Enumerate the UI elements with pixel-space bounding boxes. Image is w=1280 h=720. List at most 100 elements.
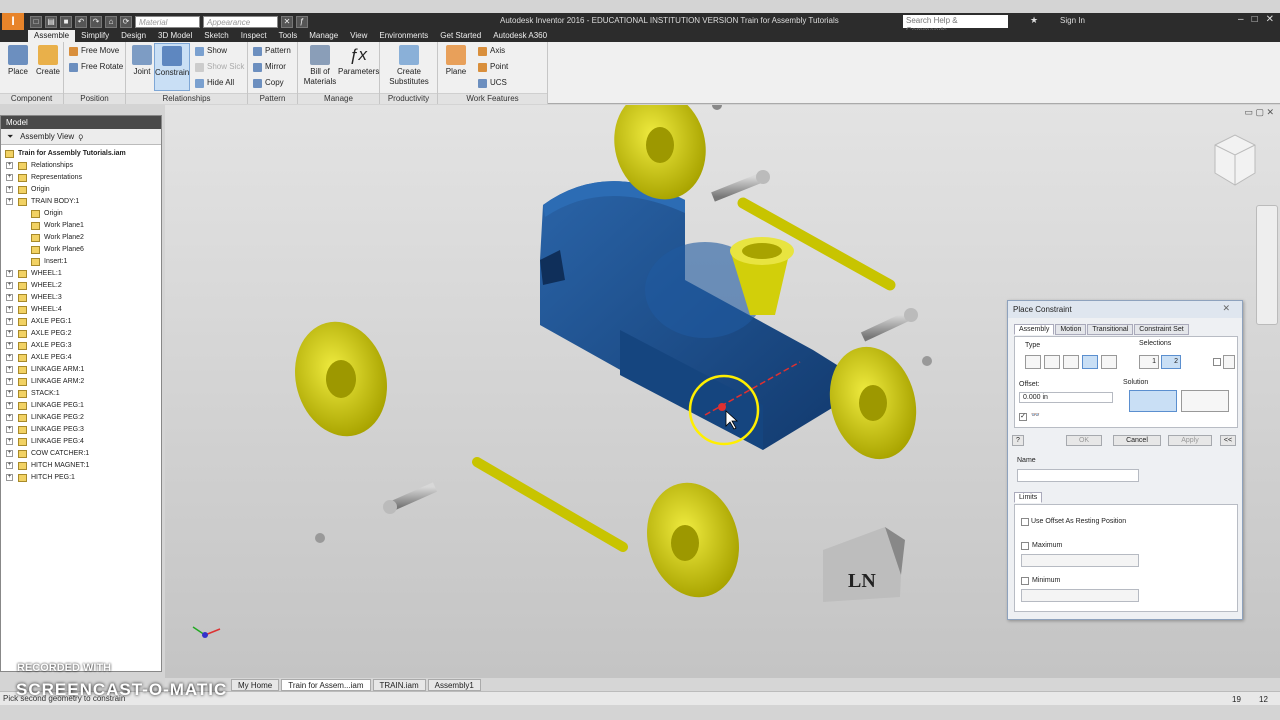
tab-assembly[interactable]: Assembly xyxy=(1014,324,1055,335)
selection-2-button[interactable]: 2 xyxy=(1161,355,1181,369)
mirror-button[interactable]: Mirror xyxy=(253,61,286,73)
material-dropdown[interactable]: Material xyxy=(135,15,200,28)
fx-icon[interactable]: ƒ xyxy=(296,15,308,28)
filter-icon[interactable]: ⏷ xyxy=(7,132,13,141)
name-input[interactable] xyxy=(1017,469,1139,482)
panel-manage-label[interactable]: Manage xyxy=(298,93,379,104)
doctab-train-for-assembly[interactable]: Train for Assem...iam xyxy=(281,678,371,691)
view-cube[interactable] xyxy=(1214,134,1256,186)
tree-node[interactable]: + AXLE PEG:3 xyxy=(1,340,161,352)
tree-node[interactable]: + AXLE PEG:2 xyxy=(1,328,161,340)
tree-node[interactable]: + WHEEL:1 xyxy=(1,268,161,280)
create-substitutes-button[interactable]: Create Substitutes xyxy=(386,45,432,87)
navigation-bar[interactable] xyxy=(1256,205,1278,325)
tree-expand-icon[interactable]: + xyxy=(6,390,13,397)
tree-expand-icon[interactable]: + xyxy=(6,342,13,349)
tree-node[interactable]: Train for Assembly Tutorials.iam xyxy=(1,148,161,160)
panel-work-features-label[interactable]: Work Features xyxy=(438,93,547,104)
tree-node[interactable]: + STACK:1 xyxy=(1,388,161,400)
parameters-button[interactable]: ƒx Parameters xyxy=(338,45,379,77)
panel-position-label[interactable]: Position xyxy=(64,93,125,104)
bill-of-materials-button[interactable]: Bill of Materials xyxy=(302,45,338,87)
free-move-button[interactable]: Free Move xyxy=(69,45,119,57)
copy-button[interactable]: Copy xyxy=(253,77,284,89)
wheel-right[interactable] xyxy=(818,337,929,469)
train-body[interactable] xyxy=(540,181,837,451)
dialog-title[interactable]: Place Constraint xyxy=(1008,301,1242,318)
solution-aligned-icon[interactable] xyxy=(1181,390,1229,412)
sign-in-button[interactable]: Sign In xyxy=(1060,16,1085,25)
tree-expand-icon[interactable]: + xyxy=(6,330,13,337)
show-sick-button[interactable]: Show Sick xyxy=(195,61,244,73)
tree-node[interactable]: + HITCH PEG:1 xyxy=(1,472,161,484)
insert-constraint-icon[interactable] xyxy=(1082,355,1098,369)
tree-node[interactable]: + Relationships xyxy=(1,160,161,172)
doctab-assembly1[interactable]: Assembly1 xyxy=(427,678,481,691)
assembly-view-dropdown[interactable]: Assembly View xyxy=(20,132,74,141)
star-icon[interactable]: ★ xyxy=(1030,15,1038,26)
tree-node[interactable]: + LINKAGE ARM:2 xyxy=(1,376,161,388)
update-icon[interactable]: ⟳ xyxy=(120,15,132,28)
hide-all-button[interactable]: Hide All xyxy=(195,77,234,89)
tab-assemble[interactable]: Assemble xyxy=(28,30,76,42)
tree-expand-icon[interactable]: + xyxy=(6,474,13,481)
tree-expand-icon[interactable]: + xyxy=(6,438,13,445)
pick-part-first-checkbox[interactable] xyxy=(1213,358,1221,366)
tree-expand-icon[interactable]: + xyxy=(6,162,13,169)
panel-pattern-label[interactable]: Pattern xyxy=(248,93,297,104)
tree-expand-icon[interactable]: + xyxy=(6,294,13,301)
tree-expand-icon[interactable]: + xyxy=(6,306,13,313)
free-rotate-button[interactable]: Free Rotate xyxy=(69,61,123,73)
tree-node[interactable]: + COW CATCHER:1 xyxy=(1,448,161,460)
panel-productivity-label[interactable]: Productivity xyxy=(380,93,437,104)
tree-expand-icon[interactable]: + xyxy=(6,402,13,409)
axis-button[interactable]: Axis xyxy=(478,45,505,57)
new-icon[interactable]: □ xyxy=(30,15,42,28)
tree-expand-icon[interactable]: + xyxy=(6,198,13,205)
help-icon[interactable]: ? xyxy=(1012,435,1024,446)
angle-constraint-icon[interactable] xyxy=(1044,355,1060,369)
axle-peg-top[interactable] xyxy=(712,100,722,110)
maximum-input[interactable] xyxy=(1021,554,1139,567)
cow-catcher[interactable]: LN xyxy=(823,527,905,602)
bolt-1[interactable] xyxy=(711,170,770,202)
tab-environments[interactable]: Environments xyxy=(373,30,434,42)
use-offset-checkbox[interactable] xyxy=(1021,518,1029,526)
ucs-button[interactable]: UCS xyxy=(478,77,507,89)
tree-expand-icon[interactable]: + xyxy=(6,414,13,421)
close-icon[interactable]: ✕ xyxy=(1266,14,1274,25)
tab-tools[interactable]: Tools xyxy=(273,30,304,42)
tab-transitional[interactable]: Transitional xyxy=(1087,324,1134,335)
tree-expand-icon[interactable]: + xyxy=(6,378,13,385)
apply-button[interactable]: Apply xyxy=(1168,435,1212,446)
tab-get-started[interactable]: Get Started xyxy=(434,30,487,42)
pattern-button[interactable]: Pattern xyxy=(253,45,291,57)
tree-expand-icon[interactable]: + xyxy=(6,426,13,433)
tab-sketch[interactable]: Sketch xyxy=(198,30,234,42)
tab-3d-model[interactable]: 3D Model xyxy=(152,30,198,42)
tree-expand-icon[interactable]: + xyxy=(6,282,13,289)
doctab-train[interactable]: TRAIN.iam xyxy=(372,678,426,691)
tree-node[interactable]: Work Plane1 xyxy=(1,220,161,232)
tree-node[interactable]: Work Plane2 xyxy=(1,232,161,244)
clear-icon[interactable]: ✕ xyxy=(281,15,293,28)
minimum-input[interactable] xyxy=(1021,589,1139,602)
find-icon[interactable]: ⚲ xyxy=(79,132,83,141)
tab-autodesk-a360[interactable]: Autodesk A360 xyxy=(487,30,553,42)
tree-expand-icon[interactable]: + xyxy=(6,318,13,325)
tree-node[interactable]: + HITCH MAGNET:1 xyxy=(1,460,161,472)
wheel-bottom[interactable] xyxy=(635,472,752,607)
symmetry-constraint-icon[interactable] xyxy=(1101,355,1117,369)
hitch-peg[interactable] xyxy=(315,533,325,543)
appearance-dropdown[interactable]: Appearance xyxy=(203,15,278,28)
tab-design[interactable]: Design xyxy=(115,30,152,42)
doctab-my-home[interactable]: My Home xyxy=(231,678,280,691)
tree-expand-icon[interactable]: + xyxy=(6,450,13,457)
tree-node[interactable]: Origin xyxy=(1,208,161,220)
bolt-3[interactable] xyxy=(383,482,438,514)
selection-1-button[interactable]: 1 xyxy=(1139,355,1159,369)
collapse-button[interactable]: << xyxy=(1220,435,1236,446)
dialog-close-icon[interactable]: ✕ xyxy=(1222,303,1230,314)
solution-opposed-icon[interactable] xyxy=(1129,390,1177,412)
tree-node[interactable]: + AXLE PEG:1 xyxy=(1,316,161,328)
